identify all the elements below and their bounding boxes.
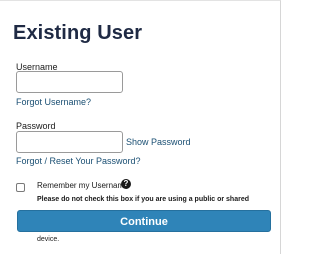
password-label: Password — [16, 121, 56, 131]
show-password-link[interactable]: Show Password — [126, 137, 191, 147]
shared-device-warning-tail: device. — [37, 236, 60, 243]
continue-button[interactable]: Continue — [17, 210, 271, 232]
password-input[interactable] — [16, 131, 123, 153]
login-panel: Existing User Username Forgot Username? … — [0, 0, 281, 254]
remember-username-label: Remember my Username — [37, 181, 129, 190]
remember-username-checkbox[interactable] — [16, 183, 25, 192]
page-title: Existing User — [13, 22, 143, 44]
username-input[interactable] — [16, 71, 123, 93]
shared-device-warning: Please do not check this box if you are … — [37, 196, 249, 203]
forgot-username-link[interactable]: Forgot Username? — [16, 97, 91, 107]
help-icon[interactable]: ? — [121, 179, 131, 189]
forgot-password-link[interactable]: Forgot / Reset Your Password? — [16, 156, 141, 166]
